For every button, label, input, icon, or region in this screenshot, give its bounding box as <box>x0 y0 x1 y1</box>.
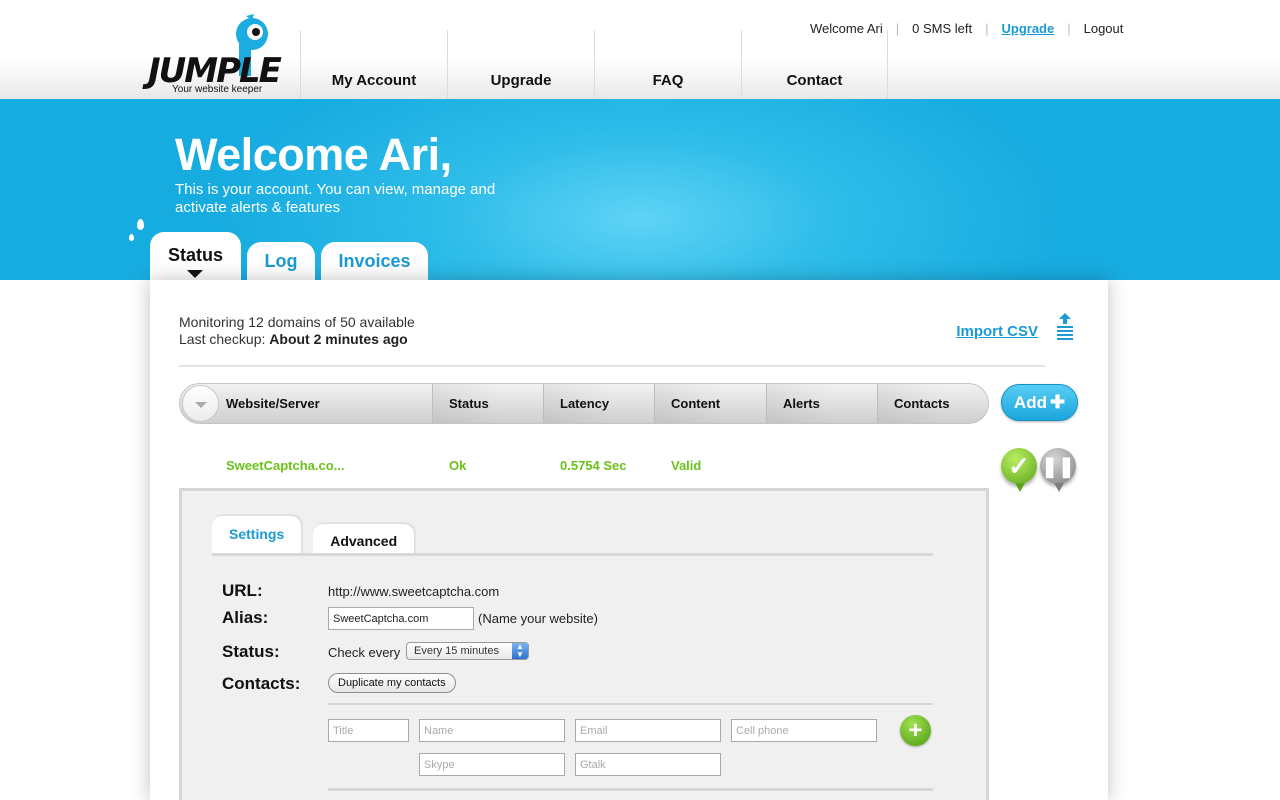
logo-wordmark: JUMPLE <box>148 51 282 91</box>
status-panel: Monitoring 12 domains of 50 available La… <box>150 280 1108 800</box>
divider <box>328 703 933 705</box>
checkmark-icon: ✓ <box>1008 450 1030 481</box>
divider <box>212 553 933 556</box>
monitoring-summary: Monitoring 12 domains of 50 available La… <box>179 314 415 348</box>
detail-tabs: Settings Advanced <box>212 516 426 556</box>
alias-input[interactable] <box>328 607 474 630</box>
logo[interactable]: JUMPLE Your website keeper <box>148 14 282 98</box>
nav-contact[interactable]: Contact <box>741 30 888 99</box>
contact-gtalk-input[interactable] <box>575 753 721 776</box>
column-status[interactable]: Status <box>432 384 543 423</box>
row-latency: 0.5754 Sec <box>560 458 627 473</box>
import-csv-link[interactable]: Import CSV <box>956 323 1038 340</box>
last-checkup-label: Last checkup: <box>179 331 270 347</box>
active-tab-indicator-icon <box>187 270 203 278</box>
interval-value: Every 15 minutes <box>414 645 499 657</box>
top-navigation: My Account Upgrade FAQ Contact <box>300 30 888 99</box>
welcome-title: Welcome Ari, <box>175 129 452 180</box>
upgrade-link[interactable]: Upgrade <box>1001 21 1054 36</box>
import-csv-icon[interactable] <box>1057 313 1073 343</box>
contact-title-input[interactable] <box>328 719 409 742</box>
status-label: Status: <box>222 642 280 661</box>
row-site[interactable]: SweetCaptcha.co... <box>226 458 344 473</box>
user-bar: Welcome Ari | 0 SMS left | Upgrade | Log… <box>810 21 1123 36</box>
plus-icon: + <box>908 716 923 744</box>
divider <box>328 788 933 791</box>
add-domain-button[interactable]: Add ✚ <box>1001 384 1078 421</box>
header: JUMPLE Your website keeper My Account Up… <box>0 0 1280 99</box>
tab-advanced[interactable]: Advanced <box>313 524 415 556</box>
column-contacts[interactable]: Contacts <box>877 384 988 423</box>
nav-faq[interactable]: FAQ <box>594 30 741 99</box>
column-latency[interactable]: Latency <box>543 384 654 423</box>
drop-decoration <box>137 219 144 230</box>
last-checkup-value: About 2 minutes ago <box>269 331 408 347</box>
tab-log[interactable]: Log <box>247 242 315 280</box>
column-website[interactable]: Website/Server <box>226 384 431 423</box>
logo-tagline: Your website keeper <box>172 84 263 95</box>
monitoring-count: Monitoring 12 domains of 50 available <box>179 314 415 330</box>
expand-toggle-button[interactable] <box>182 385 219 422</box>
status-ok-button[interactable]: ✓ <box>1001 448 1037 492</box>
domain-detail: Settings Advanced URL: http://www.sweetc… <box>179 488 989 800</box>
logout-link[interactable]: Logout <box>1084 21 1124 36</box>
plus-icon: ✚ <box>1049 392 1066 412</box>
alias-hint: (Name your website) <box>478 611 598 626</box>
welcome-subtitle: This is your account. You can view, mana… <box>175 181 496 216</box>
pause-icon: ❚❚ <box>1041 455 1075 478</box>
welcome-text: Welcome Ari <box>810 21 883 36</box>
url-value: http://www.sweetcaptcha.com <box>328 584 500 599</box>
column-content[interactable]: Content <box>654 384 766 423</box>
sms-count: 0 SMS left <box>912 21 973 36</box>
check-every-label: Check every <box>328 645 401 660</box>
divider: | <box>1067 21 1071 36</box>
alias-label: Alias: <box>222 608 269 627</box>
select-arrows-icon: ▲ ▼ <box>512 643 528 659</box>
add-label: Add <box>1013 392 1047 412</box>
domain-table-header: Website/Server Status Latency Content Al… <box>179 383 989 424</box>
divider: | <box>985 21 989 36</box>
contact-skype-input[interactable] <box>419 753 565 776</box>
drop-decoration <box>129 234 134 241</box>
row-content: Valid <box>671 458 702 473</box>
contacts-label: Contacts: <box>222 674 301 693</box>
tab-settings[interactable]: Settings <box>212 516 302 556</box>
contact-cell-input[interactable] <box>731 719 877 742</box>
contact-name-input[interactable] <box>419 719 565 742</box>
add-contact-button[interactable]: + <box>900 715 931 746</box>
url-label: URL: <box>222 581 263 600</box>
contact-email-input[interactable] <box>575 719 721 742</box>
row-status: Ok <box>449 458 467 473</box>
nav-upgrade[interactable]: Upgrade <box>447 30 594 99</box>
divider <box>179 365 1045 368</box>
last-checkup: Last checkup: About 2 minutes ago <box>179 331 415 348</box>
divider: | <box>895 21 900 36</box>
duplicate-contacts-button[interactable]: Duplicate my contacts <box>328 673 456 693</box>
nav-my-account[interactable]: My Account <box>300 30 447 99</box>
tab-invoices[interactable]: Invoices <box>321 242 428 280</box>
pause-monitoring-button[interactable]: ❚❚ <box>1040 448 1076 492</box>
interval-select[interactable]: Every 15 minutes ▲ ▼ <box>406 642 529 660</box>
column-alerts[interactable]: Alerts <box>766 384 877 423</box>
